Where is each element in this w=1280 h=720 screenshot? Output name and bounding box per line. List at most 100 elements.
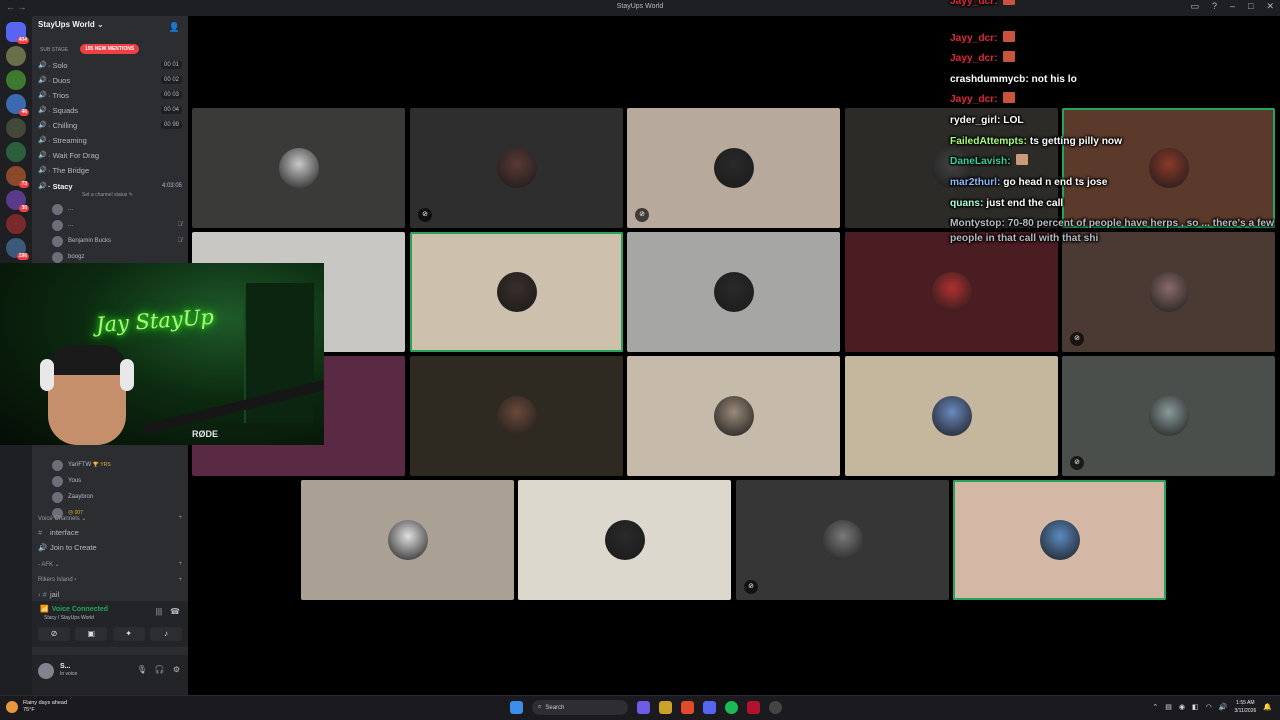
video-tile[interactable] — [410, 356, 623, 476]
category-voice-channels[interactable]: Voice Channels ⌄ + — [38, 515, 182, 522]
activities-icon[interactable]: ✦ — [112, 627, 145, 641]
volume-icon[interactable]: 🔊 — [1219, 703, 1228, 711]
channel-status-hint[interactable]: Set a channel status ✎ — [82, 192, 133, 198]
chat-username[interactable]: ryder_girl — [950, 115, 997, 126]
headphones-icon[interactable]: 🎧 — [155, 665, 165, 674]
chat-username[interactable]: Montystop — [950, 218, 1002, 229]
steam-icon[interactable]: ◉ — [1179, 703, 1185, 711]
taskbar: Rainy days ahead 75°F ⌕ Search ⌃ ▤ ◉ ◧ ◠ 🔊… — [0, 695, 1280, 720]
server-icon[interactable] — [6, 214, 26, 234]
chat-username[interactable]: Jayy_dcr — [950, 53, 994, 64]
chat-username[interactable]: FailedAttempts — [950, 136, 1024, 147]
voice-user[interactable]: Benjamin Bucks 🎙̸ — [52, 234, 182, 248]
server-icon[interactable]: 196 — [6, 238, 29, 260]
video-tile[interactable]: ⊘ — [627, 108, 840, 228]
channel-jail[interactable]: › # jail — [38, 587, 182, 601]
app-icon[interactable] — [747, 701, 760, 714]
server-icon[interactable] — [6, 142, 26, 162]
taskbar-search[interactable]: ⌕ Search — [532, 700, 628, 715]
chat-username[interactable]: Jayy_dcr — [950, 33, 994, 44]
video-tile[interactable]: ⊘ — [1062, 232, 1275, 352]
voice-channel[interactable]: 🔊 · Chilling 00 99 — [38, 118, 182, 132]
weather-widget[interactable]: Rainy days ahead 75°F — [6, 700, 67, 714]
discord-home-icon[interactable]: 404 — [6, 22, 29, 44]
noise-suppression-icon[interactable]: ||| — [156, 607, 162, 616]
server-icon[interactable]: 73 — [6, 166, 29, 188]
speaker-icon: 🔊 — [38, 122, 47, 129]
channel-join-to-create[interactable]: 🔊 Join to Create — [38, 540, 182, 554]
chat-username[interactable]: quans — [950, 198, 980, 209]
tray-app-icon[interactable]: ▤ — [1165, 703, 1172, 711]
channel-name: · Trios — [48, 90, 69, 100]
chat-username[interactable]: mar2thurl — [950, 177, 997, 188]
voice-channel[interactable]: 🔊 · Trios 00 03 — [38, 88, 182, 102]
voice-connected-status[interactable]: 📶 Voice Connected — [40, 605, 108, 613]
channel-interface[interactable]: # interface — [38, 525, 182, 539]
voice-channel[interactable]: 🔊 · Solo 00 01 — [38, 58, 182, 72]
windows-start-icon[interactable] — [510, 701, 523, 714]
clock[interactable]: 1:55 AM 3/11/2026 — [1234, 699, 1256, 715]
discord-icon[interactable] — [703, 701, 716, 714]
server-icon[interactable] — [6, 46, 26, 66]
voice-user[interactable]: boogz — [52, 250, 182, 264]
video-tile[interactable]: ⊘ — [1062, 356, 1275, 476]
voice-channel[interactable]: 🔊 · Squads 00 04 — [38, 103, 182, 117]
notification-bell-icon[interactable]: 🔔 — [1263, 703, 1272, 711]
voice-user[interactable]: Zaaybron — [52, 490, 182, 504]
chat-username[interactable]: DaneLavish — [950, 156, 1007, 167]
chat-username[interactable]: crashdummycb — [950, 74, 1025, 85]
new-mentions-pill[interactable]: 195 NEW MENTIONS — [80, 44, 140, 54]
video-tile[interactable] — [410, 232, 623, 352]
voice-channel-active[interactable]: 🔊 · Stacy 4:03:05 — [38, 179, 182, 193]
video-tile[interactable] — [845, 232, 1058, 352]
video-tile[interactable] — [845, 356, 1058, 476]
camera-off-icon[interactable]: ⊘ — [38, 627, 70, 641]
video-tile[interactable] — [301, 480, 514, 600]
gear-icon[interactable]: ⚙ — [173, 665, 180, 674]
brave-icon[interactable] — [681, 701, 694, 714]
voice-user[interactable]: ... — [52, 202, 182, 216]
screen-share-icon[interactable]: ▣ — [75, 627, 108, 641]
server-icon[interactable] — [6, 70, 26, 90]
microphone-icon[interactable]: 🎙 — [137, 665, 147, 674]
emote-icon — [1003, 31, 1016, 42]
voice-connected-location[interactable]: Stacy / StayUps World — [44, 615, 94, 621]
chat-username[interactable]: Jayy_dcr — [950, 0, 994, 7]
voice-channel[interactable]: 🔊 · Duos 00 02 — [38, 73, 182, 87]
chevron-up-icon[interactable]: ⌃ — [1152, 703, 1158, 711]
voice-channel[interactable]: 🔊 · The Bridge — [38, 163, 182, 177]
voice-user[interactable]: Yous — [52, 474, 182, 488]
user-name[interactable]: S... — [60, 663, 71, 670]
soundboard-icon[interactable]: ♪ — [149, 627, 182, 641]
emote-icon — [1016, 154, 1029, 165]
video-tile[interactable] — [192, 108, 405, 228]
server-icon[interactable] — [6, 118, 26, 138]
video-tile[interactable] — [953, 480, 1166, 600]
voice-channel[interactable]: 🔊 · Wait For Drag — [38, 148, 182, 162]
server-icon[interactable]: 46 — [6, 94, 29, 116]
chat-username[interactable]: Jayy_dcr — [950, 94, 994, 105]
copilot-icon[interactable] — [637, 701, 650, 714]
voice-user[interactable]: ... 🎙̸ — [52, 218, 182, 232]
obs-icon[interactable] — [769, 701, 782, 714]
voice-channel[interactable]: 🔊 · Streaming — [38, 133, 182, 147]
stage-label: SUB STAGE — [40, 47, 69, 53]
video-tile[interactable] — [627, 232, 840, 352]
category-afk[interactable]: - AFK ⌄ + — [38, 561, 182, 568]
video-tile[interactable] — [518, 480, 731, 600]
file-explorer-icon[interactable] — [659, 701, 672, 714]
avatar[interactable] — [38, 663, 54, 679]
wifi-icon[interactable]: ◠ — [1206, 703, 1212, 711]
video-tile[interactable] — [627, 356, 840, 476]
tray-app-icon[interactable]: ◧ — [1192, 703, 1199, 711]
video-tile[interactable]: ⊘ — [736, 480, 949, 600]
voice-user[interactable]: YariFTW 🏆 YRS — [52, 458, 182, 472]
guild-header[interactable]: StayUps World ⌄ — [38, 20, 104, 29]
add-member-icon[interactable]: 👤 — [169, 22, 180, 33]
spotify-icon[interactable] — [725, 701, 738, 714]
disconnect-icon[interactable]: ☎ — [170, 607, 180, 616]
video-tile[interactable]: ⊘ — [410, 108, 623, 228]
category-rikers-island[interactable]: Rikers Island › + — [38, 577, 182, 583]
server-icon[interactable]: 30 — [6, 190, 29, 212]
server-badge: 196 — [16, 253, 29, 260]
